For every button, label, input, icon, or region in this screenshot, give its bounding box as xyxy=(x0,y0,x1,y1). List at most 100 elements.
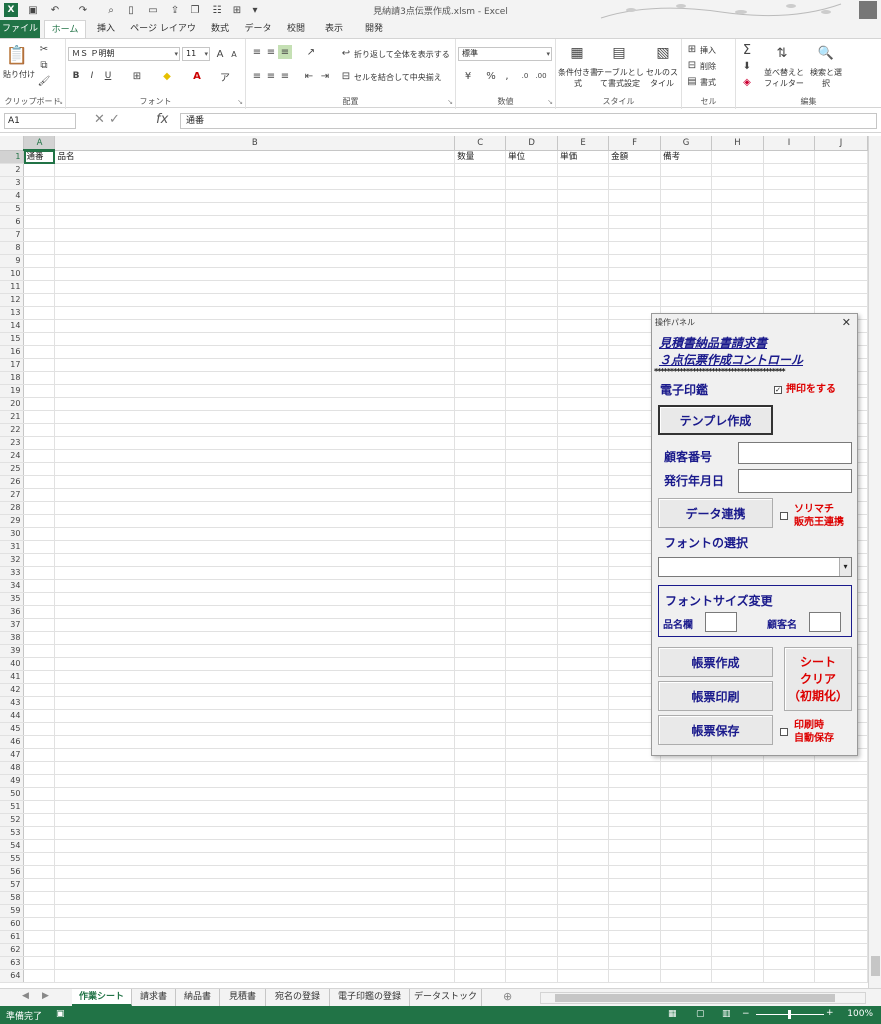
template-create-button[interactable]: テンプレ作成 xyxy=(658,405,773,435)
row-header[interactable]: 8 xyxy=(0,241,25,255)
cell[interactable] xyxy=(814,787,868,801)
cell[interactable] xyxy=(54,475,456,489)
cell[interactable] xyxy=(505,501,559,515)
cell[interactable] xyxy=(23,397,56,411)
sheet-tab[interactable]: 電子印鑑の登録 xyxy=(330,989,410,1006)
tab-view[interactable]: 表示 xyxy=(318,20,350,38)
cell[interactable] xyxy=(608,930,662,944)
cell[interactable] xyxy=(711,787,764,801)
cell[interactable] xyxy=(814,904,868,918)
cell[interactable] xyxy=(23,436,56,450)
number-format-combo[interactable]: 標準 ▾ xyxy=(458,47,552,61)
chevron-down-icon[interactable]: ▾ xyxy=(839,558,851,576)
cell[interactable] xyxy=(23,813,56,827)
row-header[interactable]: 32 xyxy=(0,553,25,567)
cell[interactable] xyxy=(54,670,456,684)
cell[interactable] xyxy=(557,527,610,541)
row-header[interactable]: 9 xyxy=(0,254,25,268)
orientation-icon[interactable]: ↗ xyxy=(302,45,320,59)
row-header[interactable]: 16 xyxy=(0,345,25,359)
cell[interactable] xyxy=(454,748,507,762)
cell[interactable] xyxy=(608,254,662,268)
cell[interactable] xyxy=(557,449,610,463)
cell[interactable] xyxy=(557,956,610,970)
wrap-text-icon[interactable]: ↩ xyxy=(340,47,352,59)
cell[interactable] xyxy=(23,371,56,385)
cell[interactable] xyxy=(557,592,610,606)
find-select-button[interactable]: 検索と選択 xyxy=(808,67,844,89)
row-header[interactable]: 12 xyxy=(0,293,25,307)
cell[interactable] xyxy=(454,930,507,944)
cell[interactable] xyxy=(711,241,764,255)
cell[interactable] xyxy=(505,891,559,905)
cell[interactable] xyxy=(454,696,507,710)
cell[interactable] xyxy=(814,865,868,879)
cell[interactable] xyxy=(23,735,56,749)
cell[interactable] xyxy=(454,280,507,294)
print-form-button[interactable]: 帳票印刷 xyxy=(658,681,773,711)
cell[interactable] xyxy=(505,527,559,541)
zoom-slider-thumb[interactable] xyxy=(788,1010,791,1019)
cell[interactable] xyxy=(557,631,610,645)
cell[interactable] xyxy=(660,917,713,931)
cell[interactable] xyxy=(505,345,559,359)
cell[interactable] xyxy=(505,787,559,801)
cell[interactable] xyxy=(557,644,610,658)
cell[interactable] xyxy=(505,410,559,424)
cell[interactable] xyxy=(54,891,456,905)
cell[interactable] xyxy=(54,423,456,437)
cell[interactable] xyxy=(23,748,56,762)
cell[interactable] xyxy=(814,267,868,281)
alignment-launcher-icon[interactable]: ↘ xyxy=(447,98,453,106)
vertical-scrollbar[interactable] xyxy=(868,136,881,988)
cell[interactable] xyxy=(23,592,56,606)
cell[interactable] xyxy=(505,475,559,489)
cell[interactable] xyxy=(763,813,815,827)
cell[interactable] xyxy=(660,904,713,918)
cell[interactable] xyxy=(608,904,662,918)
customer-name-size-input[interactable] xyxy=(809,612,841,632)
row-header[interactable]: 29 xyxy=(0,514,25,528)
cell[interactable] xyxy=(54,852,456,866)
cell[interactable] xyxy=(23,475,56,489)
cell[interactable] xyxy=(608,267,662,281)
cell-styles-icon[interactable]: ▧ xyxy=(652,43,674,63)
cell[interactable] xyxy=(23,761,56,775)
cell[interactable] xyxy=(711,865,764,879)
cell[interactable] xyxy=(505,436,559,450)
cell[interactable] xyxy=(814,917,868,931)
cell[interactable] xyxy=(763,254,815,268)
cell[interactable] xyxy=(505,657,559,671)
row-header[interactable]: 51 xyxy=(0,800,25,814)
cell[interactable] xyxy=(454,371,507,385)
cell[interactable] xyxy=(660,891,713,905)
sheet-clear-button[interactable]: シート クリア （初期化） xyxy=(784,647,852,711)
font-size-combo[interactable]: 11 ▾ xyxy=(182,47,210,61)
cell[interactable] xyxy=(660,865,713,879)
cell[interactable] xyxy=(711,839,764,853)
cell[interactable] xyxy=(54,969,456,983)
scrollbar-thumb[interactable] xyxy=(871,956,880,976)
cell[interactable] xyxy=(54,241,456,255)
cell[interactable] xyxy=(23,878,56,892)
cell[interactable] xyxy=(711,176,764,190)
cell[interactable] xyxy=(557,943,610,957)
cell[interactable] xyxy=(608,826,662,840)
cell[interactable] xyxy=(54,904,456,918)
cell[interactable] xyxy=(557,904,610,918)
cell[interactable] xyxy=(557,670,610,684)
cell[interactable] xyxy=(660,969,713,983)
cell[interactable] xyxy=(454,228,507,242)
cell[interactable] xyxy=(54,917,456,931)
cell[interactable] xyxy=(23,527,56,541)
column-header[interactable]: E xyxy=(557,136,610,151)
cell[interactable] xyxy=(54,397,456,411)
cell[interactable] xyxy=(763,826,815,840)
cell[interactable] xyxy=(54,371,456,385)
row-header[interactable]: 49 xyxy=(0,774,25,788)
cell[interactable] xyxy=(54,956,456,970)
row-header[interactable]: 61 xyxy=(0,930,25,944)
cell[interactable] xyxy=(505,397,559,411)
row-header[interactable]: 6 xyxy=(0,215,25,229)
name-box[interactable]: A1 xyxy=(4,113,76,129)
